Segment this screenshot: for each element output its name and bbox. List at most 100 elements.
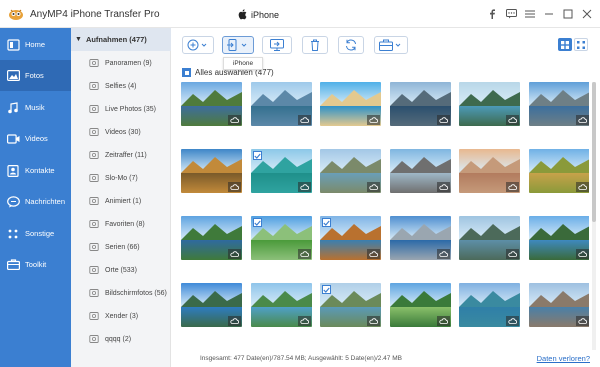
photo-thumbnail[interactable] <box>181 283 242 327</box>
sidebar-item-label: Nachrichten <box>25 197 66 206</box>
photo-thumbnail[interactable] <box>528 283 589 327</box>
panorama-icon <box>89 58 99 68</box>
sidebar-item-videos[interactable]: Videos <box>0 123 71 154</box>
photo-thumbnail[interactable] <box>389 82 451 126</box>
sidebar-item-musik[interactable]: Musik <box>0 92 71 123</box>
device-selector[interactable]: iPhone <box>238 8 279 22</box>
sidebar-item-kontakte[interactable]: Kontakte <box>0 155 71 186</box>
photo-thumbnail[interactable] <box>250 283 312 327</box>
album-item[interactable]: Bildschirmfotos (56) <box>71 282 171 304</box>
album-item[interactable]: Selfies (4) <box>71 75 171 97</box>
sidebar-item-fotos[interactable]: Fotos <box>0 60 71 91</box>
photo-thumbnail[interactable] <box>320 149 381 193</box>
icloud-icon <box>575 182 589 192</box>
photo-thumbnail[interactable] <box>320 216 381 260</box>
sidebar-item-label: Sonstige <box>25 229 55 238</box>
photo-thumbnail[interactable] <box>459 149 520 193</box>
album-item-label: qqqq (2) <box>105 335 132 343</box>
checkbox-checked-icon[interactable] <box>322 285 331 294</box>
album-item[interactable]: Animiert (1) <box>71 190 171 212</box>
folder-icon <box>89 311 99 321</box>
toolbox-button[interactable] <box>374 36 408 54</box>
checkbox-checked-icon[interactable] <box>252 218 262 227</box>
photo-thumbnail[interactable] <box>389 216 451 260</box>
photo-thumbnail[interactable] <box>459 283 520 327</box>
caret-down-icon: ▼ <box>75 36 82 43</box>
icloud-icon <box>436 249 450 259</box>
sidebar-item-sonstige[interactable]: Sonstige <box>0 218 71 249</box>
photo-thumbnail[interactable] <box>459 82 520 126</box>
album-item[interactable]: Serien (66) <box>71 236 171 258</box>
feedback-icon[interactable] <box>502 6 520 22</box>
data-lost-link[interactable]: Daten verloren? <box>537 354 590 363</box>
icloud-icon <box>575 115 589 125</box>
photo-thumbnail[interactable] <box>389 283 451 327</box>
album-item[interactable]: Videos (30) <box>71 121 171 143</box>
grid-view-button[interactable] <box>558 38 572 51</box>
menu-icon[interactable] <box>521 6 539 22</box>
icloud-icon <box>575 316 589 326</box>
album-item-label: Selfies (4) <box>105 82 137 90</box>
album-item[interactable]: Xender (3) <box>71 305 171 327</box>
checkbox-checked-icon[interactable] <box>252 151 262 160</box>
album-panel: ▼ Aufnahmen (477) Panoramen (9) Selfies (… <box>71 28 171 367</box>
album-item-label: Animiert (1) <box>105 197 142 205</box>
icloud-icon <box>228 115 241 125</box>
icloud-icon <box>297 115 311 125</box>
export-to-device-button[interactable] <box>222 36 254 54</box>
photo-thumbnail[interactable] <box>250 149 312 193</box>
export-to-pc-button[interactable] <box>262 36 292 54</box>
album-item[interactable]: Favoriten (8) <box>71 213 171 235</box>
scrollbar-thumb[interactable] <box>592 82 596 222</box>
photo-thumbnail[interactable] <box>320 82 381 126</box>
photo-thumbnail[interactable] <box>181 82 242 126</box>
live-icon <box>89 104 99 114</box>
icloud-icon <box>506 316 519 326</box>
tooltip: iPhone <box>223 57 263 70</box>
album-item[interactable]: Zeitraffer (11) <box>71 144 171 166</box>
icloud-icon <box>297 182 311 192</box>
photo-thumbnail[interactable] <box>181 216 242 260</box>
photo-thumbnail[interactable] <box>250 216 312 260</box>
favorite-icon <box>89 219 99 229</box>
icloud-icon <box>297 249 311 259</box>
icloud-icon <box>228 249 241 259</box>
album-item[interactable]: Orte (533) <box>71 259 171 281</box>
album-item-label: Panoramen (9) <box>105 59 152 67</box>
app-logo-icon <box>8 7 24 21</box>
photo-thumbnail[interactable] <box>528 82 589 126</box>
album-item[interactable]: Panoramen (9) <box>71 52 171 74</box>
list-view-button[interactable] <box>574 38 588 51</box>
device-name: iPhone <box>251 10 280 20</box>
close-icon[interactable] <box>578 6 596 22</box>
refresh-button[interactable] <box>338 36 364 54</box>
checkbox-checked-icon[interactable] <box>322 218 331 227</box>
album-item[interactable]: Live Photos (35) <box>71 98 171 120</box>
photo-thumbnail[interactable] <box>528 149 589 193</box>
facebook-icon[interactable] <box>483 6 501 22</box>
timelapse-icon <box>89 150 99 160</box>
photo-thumbnail[interactable] <box>389 149 451 193</box>
album-item[interactable]: Slo-Mo (7) <box>71 167 171 189</box>
places-icon <box>89 265 99 275</box>
sidebar-item-toolkit[interactable]: Toolkit <box>0 249 71 280</box>
photo-thumbnail[interactable] <box>528 216 589 260</box>
album-header[interactable]: ▼ Aufnahmen (477) <box>71 28 171 51</box>
maximize-icon[interactable] <box>559 6 577 22</box>
video-icon <box>89 127 99 137</box>
delete-button[interactable] <box>302 36 328 54</box>
minimize-icon[interactable] <box>540 6 558 22</box>
photo-thumbnail[interactable] <box>181 149 242 193</box>
sidebar-item-nachrichten[interactable]: Nachrichten <box>0 186 71 217</box>
video-icon <box>6 132 20 146</box>
icloud-icon <box>575 249 589 259</box>
more-icon <box>6 227 20 241</box>
icloud-icon <box>436 115 450 125</box>
sidebar-item-home[interactable]: Home <box>0 29 71 60</box>
photo-thumbnail[interactable] <box>320 283 381 327</box>
photo-thumbnail[interactable] <box>459 216 520 260</box>
album-item[interactable]: qqqq (2) <box>71 328 171 350</box>
add-button[interactable] <box>182 36 214 54</box>
icloud-icon <box>367 316 380 326</box>
photo-thumbnail[interactable] <box>250 82 312 126</box>
